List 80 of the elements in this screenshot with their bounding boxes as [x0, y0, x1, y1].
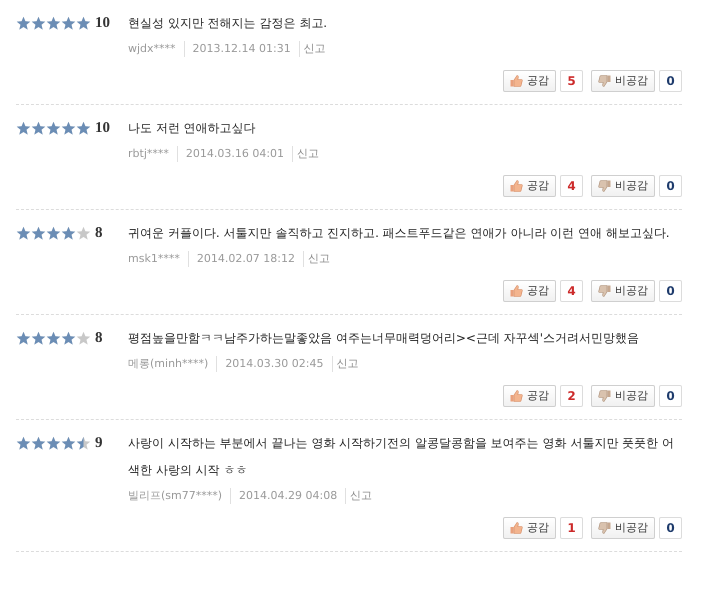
star-icon: [76, 16, 91, 31]
dislike-count: 0: [659, 280, 682, 302]
rating-score: 9: [95, 436, 102, 451]
star-icon: [76, 226, 91, 241]
review-text: 평점높을만함ㅋㅋ남주가하는말좋았음 여주는너무매력덩어리><근데 자꾸섹'스거려서민망했음: [128, 330, 640, 347]
star-icon: [61, 16, 76, 31]
author-name: msk1****: [128, 250, 189, 268]
star-icon: [31, 16, 46, 31]
star-icon: [61, 226, 76, 241]
star-icon: [16, 331, 31, 346]
dislike-button[interactable]: 비공감: [591, 70, 655, 92]
like-count: 2: [560, 385, 583, 407]
like-count: 4: [560, 280, 583, 302]
thumbs-down-icon: [598, 522, 611, 534]
dislike-button[interactable]: 비공감: [591, 517, 655, 539]
like-button[interactable]: 공감: [503, 517, 556, 539]
rating-score: 8: [95, 331, 102, 346]
like-button[interactable]: 공감: [503, 70, 556, 92]
rating-score: 10: [95, 121, 110, 136]
review-date: 2013.12.14 01:31: [184, 40, 300, 58]
star-icon: [31, 436, 46, 451]
review-date: 2014.03.30 02:45: [217, 356, 332, 372]
star-icon: [46, 226, 61, 241]
review-text: 사랑이 시작하는 부분에서 끝나는 영화 시작하기전의 알콩달콩함을 보여주는 영화 서툴지만 풋풋한 어색한 사랑의 시작 ㅎㅎ: [128, 435, 675, 479]
star-icon: [16, 16, 31, 31]
star-icon: [46, 121, 61, 136]
thumbs-up-icon: [510, 75, 523, 87]
dislike-button[interactable]: 비공감: [591, 385, 655, 407]
star-icon: [31, 331, 46, 346]
dislike-button[interactable]: 비공감: [591, 280, 655, 302]
thumbs-up-icon: [510, 180, 523, 192]
review-text: 귀여운 커플이다. 서툴지만 솔직하고 진지하고. 패스트푸드같은 연애가 아니라 이런 연애 해보고싶다.: [128, 225, 671, 242]
author-name: 빌리프(sm77****): [128, 488, 232, 504]
dislike-count: 0: [659, 517, 682, 539]
star-icon: [46, 16, 61, 31]
like-count: 4: [560, 175, 583, 197]
star-icon: [76, 436, 91, 451]
star-icon: [16, 121, 31, 136]
thumbs-up-icon: [510, 522, 523, 534]
dislike-count: 0: [659, 175, 682, 197]
report-link[interactable]: 신고: [346, 488, 372, 504]
report-link[interactable]: 신고: [300, 40, 326, 58]
star-icon: [61, 436, 76, 451]
author-name: wjdx****: [128, 40, 185, 58]
rating-score: 8: [95, 226, 102, 241]
author-name: 메롱(minh****): [128, 356, 218, 372]
author-name: rbtj****: [128, 146, 178, 162]
thumbs-up-icon: [510, 285, 523, 297]
star-icon: [31, 226, 46, 241]
like-count: 1: [560, 517, 583, 539]
like-button[interactable]: 공감: [503, 175, 556, 197]
star-icon: [16, 436, 31, 451]
thumbs-down-icon: [598, 75, 611, 87]
like-button[interactable]: 공감: [503, 280, 556, 302]
thumbs-down-icon: [598, 285, 611, 297]
like-button[interactable]: 공감: [503, 385, 556, 407]
review-text: 현실성 있지만 전해지는 감정은 최고.: [128, 15, 328, 32]
rating-score: 10: [95, 16, 110, 31]
review-text: 나도 저런 연애하고싶다: [128, 120, 257, 137]
review-date: 2014.03.16 04:01: [178, 146, 294, 162]
star-icon: [46, 436, 61, 451]
report-link[interactable]: 신고: [304, 250, 330, 268]
report-link[interactable]: 신고: [293, 146, 320, 162]
thumbs-down-icon: [598, 180, 611, 192]
star-icon: [61, 121, 76, 136]
dislike-button[interactable]: 비공감: [591, 175, 655, 197]
report-link[interactable]: 신고: [332, 356, 358, 372]
thumbs-down-icon: [598, 390, 611, 402]
review-date: 2014.04.29 04:08: [231, 488, 346, 504]
thumbs-up-icon: [510, 390, 523, 402]
star-icon: [31, 121, 46, 136]
dislike-count: 0: [659, 70, 682, 92]
star-icon: [76, 121, 91, 136]
star-icon: [76, 331, 91, 346]
star-icon: [61, 331, 76, 346]
like-count: 5: [560, 70, 583, 92]
star-icon: [46, 331, 61, 346]
review-date: 2014.02.07 18:12: [188, 250, 304, 268]
star-icon: [16, 226, 31, 241]
dislike-count: 0: [659, 385, 682, 407]
